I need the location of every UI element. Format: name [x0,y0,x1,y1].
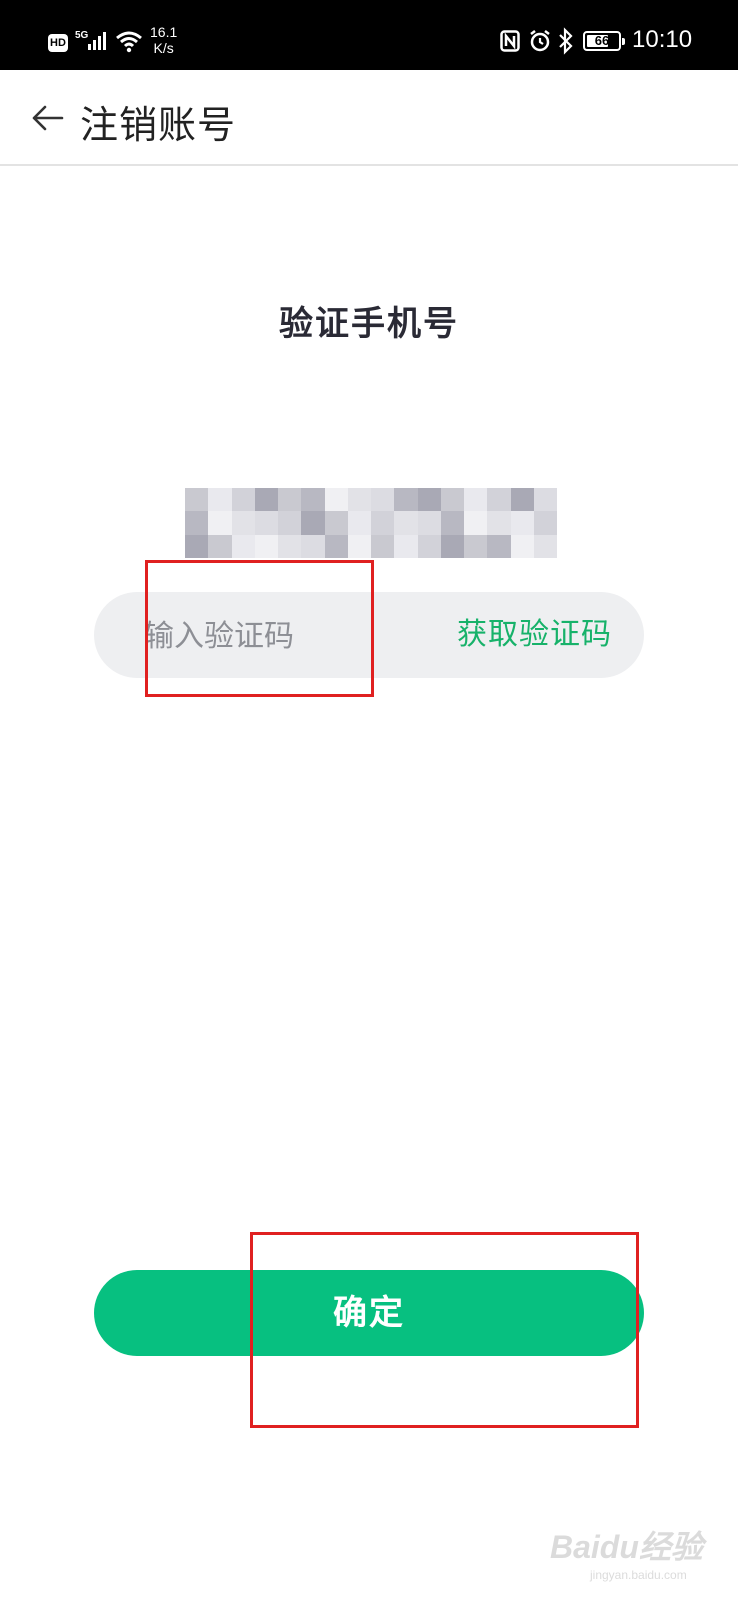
verify-phone-heading: 验证手机号 [279,304,459,344]
hd-badge: HD [48,34,68,52]
mosaic-cell [487,488,511,512]
mosaic-cell [440,488,464,512]
speed-value: 16.1 [150,24,178,40]
masked-phone-number [185,488,557,558]
mosaic-cell [324,534,348,558]
network-speed: 16.1 K/s [150,24,177,56]
battery-icon: 66 [583,31,625,51]
status-bar: HD 5G 16.1 K/s 66 10:10 [0,0,738,70]
verification-code-row: 获取验证码 [94,592,644,680]
mosaic-cell [487,511,511,535]
mosaic-cell [278,511,302,535]
mosaic-cell [440,534,464,558]
mosaic-cell [324,511,348,535]
mosaic-cell [533,511,557,535]
mosaic-cell [464,488,488,512]
nfc-icon [500,30,520,52]
mosaic-cell [231,534,255,558]
speed-unit: K/s [153,40,174,56]
mosaic-cell [371,534,395,558]
mosaic-cell [301,488,325,512]
clock: 10:10 [632,26,693,53]
mosaic-cell [533,534,557,558]
mosaic-cell [417,511,441,535]
mosaic-cell [371,488,395,512]
alarm-icon [528,29,552,53]
mosaic-cell [301,534,325,558]
baidu-watermark: Baidu经验 jingyan.baidu.com [550,1510,730,1590]
watermark-brand: Baidu经验 [550,1529,703,1565]
mosaic-cell [208,511,232,535]
mosaic-cell [464,511,488,535]
mosaic-cell [254,488,278,512]
mosaic-cell [510,534,534,558]
mosaic-cell [347,511,371,535]
get-code-button[interactable]: 获取验证码 [457,592,612,678]
mosaic-cell [185,511,209,535]
bluetooth-icon [558,27,574,55]
mosaic-cell [347,534,371,558]
mosaic-cell [440,511,464,535]
mosaic-cell [185,534,209,558]
confirm-button[interactable]: 确定 [94,1270,644,1356]
mosaic-cell [371,511,395,535]
mosaic-cell [254,511,278,535]
mosaic-cell [231,511,255,535]
mosaic-cell [510,511,534,535]
mosaic-cell [347,488,371,512]
mosaic-cell [417,534,441,558]
battery-percent: 66 [594,33,610,48]
arrow-left-icon[interactable] [30,100,66,136]
mosaic-cell [394,534,418,558]
mosaic-cell [208,488,232,512]
mosaic-cell [278,488,302,512]
wifi-icon [115,29,143,53]
mosaic-cell [394,488,418,512]
mosaic-cell [254,534,278,558]
mosaic-cell [533,488,557,512]
mosaic-cell [417,488,441,512]
mosaic-cell [487,534,511,558]
mosaic-cell [208,534,232,558]
network-type: 5G [75,30,89,41]
mosaic-cell [301,511,325,535]
page-title: 注销账号 [80,103,237,147]
verification-code-input[interactable] [142,592,406,680]
app-header: 注销账号 [0,70,738,166]
signal-icon [88,30,110,50]
mosaic-cell [394,511,418,535]
mosaic-cell [510,488,534,512]
mosaic-cell [464,534,488,558]
mosaic-cell [278,534,302,558]
mosaic-cell [185,488,209,512]
watermark-url: jingyan.baidu.com [590,1568,687,1582]
mosaic-cell [231,488,255,512]
mosaic-cell [324,488,348,512]
